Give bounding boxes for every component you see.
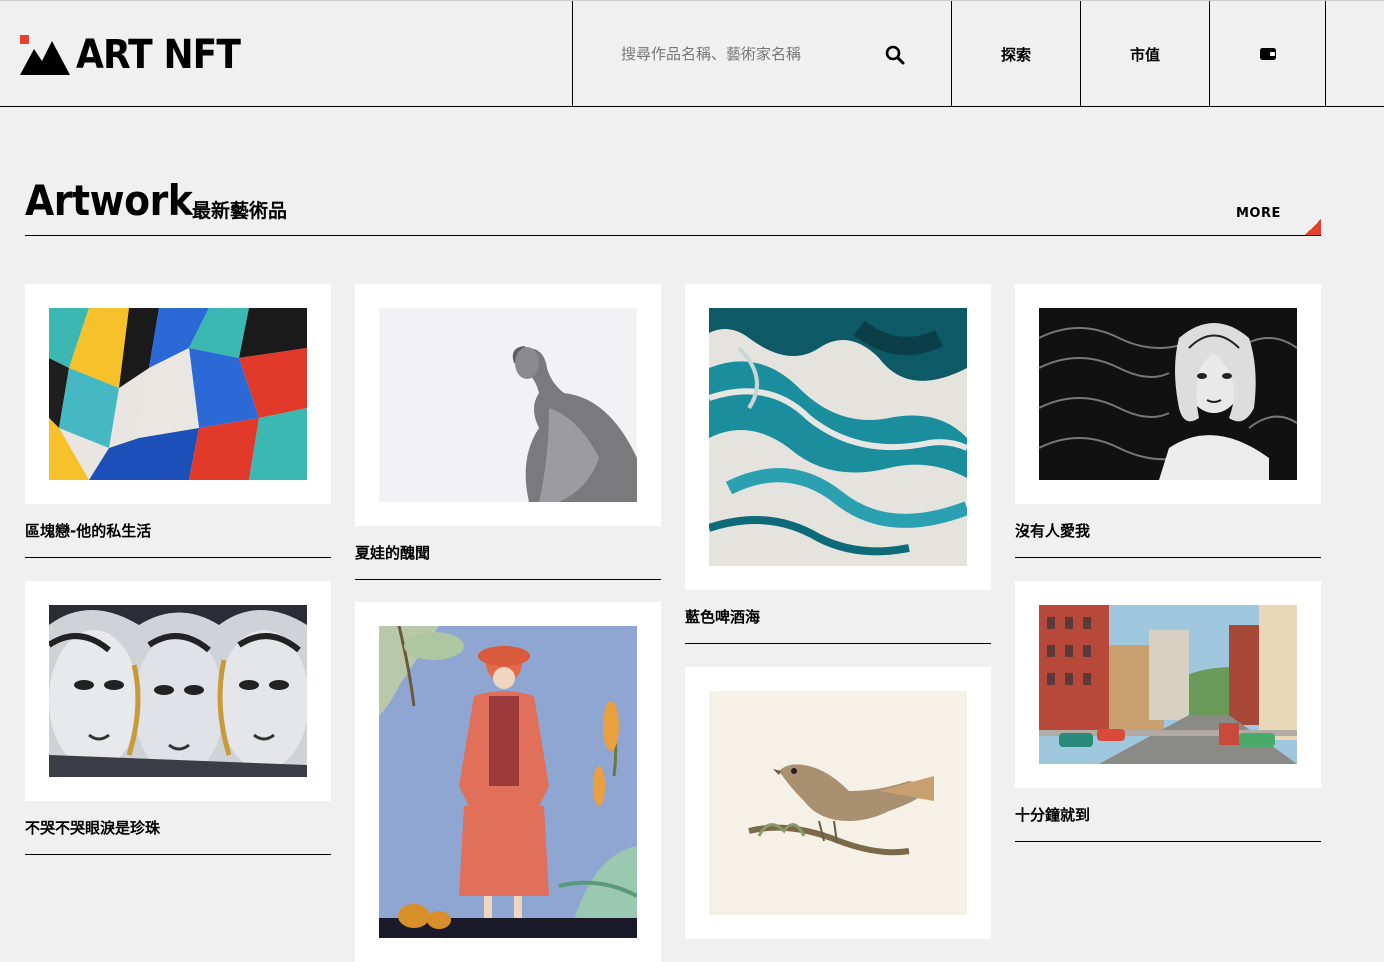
section-heading: Artwork 最新藝術品 MORE — [25, 170, 1321, 236]
artwork-frame — [685, 667, 991, 939]
artwork-frame — [1015, 284, 1321, 504]
artwork-image-faces-mural — [49, 605, 307, 777]
artwork-card[interactable]: 不哭不哭眼淚是珍珠 — [25, 581, 331, 855]
nav-market-value[interactable]: 市值 — [1080, 1, 1209, 107]
artwork-frame — [1015, 581, 1321, 788]
artwork-title: 藍色啤酒海 — [685, 590, 991, 644]
logo-text: ART NFT — [76, 32, 241, 78]
artwork-title: 沒有人愛我 — [1015, 504, 1321, 558]
nav-explore-label: 探索 — [1000, 45, 1031, 64]
artwork-frame — [25, 284, 331, 504]
artwork-frame — [25, 581, 331, 801]
artwork-card[interactable]: 藍色啤酒海 — [685, 284, 991, 644]
nav-explore[interactable]: 探索 — [951, 1, 1080, 107]
artwork-image-bird — [709, 691, 967, 915]
artwork-card[interactable]: 十分鐘就到 — [1015, 581, 1321, 842]
corner-accent — [1305, 219, 1321, 235]
artwork-frame — [685, 284, 991, 590]
artwork-title: 十分鐘就到 — [1015, 788, 1321, 842]
mountain-logo-icon — [20, 35, 70, 75]
artwork-card[interactable]: 夏娃的醜聞 — [355, 284, 661, 580]
artwork-card[interactable]: 區塊戀-他的私生活 — [25, 284, 331, 558]
artwork-title: 區塊戀-他的私生活 — [25, 504, 331, 558]
artwork-card[interactable] — [355, 602, 661, 962]
artwork-frame — [355, 284, 661, 526]
section-subtitle: 最新藝術品 — [192, 200, 288, 222]
artwork-card[interactable] — [685, 667, 991, 939]
artwork-title: 夏娃的醜聞 — [355, 526, 661, 580]
artwork-frame — [355, 602, 661, 962]
search-bar — [572, 1, 952, 107]
artwork-image-marble — [709, 308, 967, 566]
wallet-button[interactable] — [1209, 1, 1326, 107]
artwork-image-woman-sketch — [1039, 308, 1297, 480]
header: ART NFT 探索 市值 — [0, 0, 1384, 107]
section-title: Artwork — [25, 176, 193, 225]
artwork-image-abstract — [49, 308, 307, 480]
nav-market-value-label: 市值 — [1129, 45, 1160, 64]
wallet-icon — [1259, 47, 1277, 61]
artwork-card[interactable]: 沒有人愛我 — [1015, 284, 1321, 558]
artwork-image-street-postcard — [1039, 605, 1297, 764]
artwork-image-fashion-illustration — [379, 626, 637, 938]
more-link[interactable]: MORE — [1236, 206, 1281, 221]
search-input[interactable] — [621, 45, 881, 63]
logo[interactable]: ART NFT — [20, 35, 258, 75]
artwork-title: 不哭不哭眼淚是珍珠 — [25, 801, 331, 855]
artwork-image-statue — [379, 308, 637, 502]
search-icon[interactable] — [885, 45, 905, 65]
